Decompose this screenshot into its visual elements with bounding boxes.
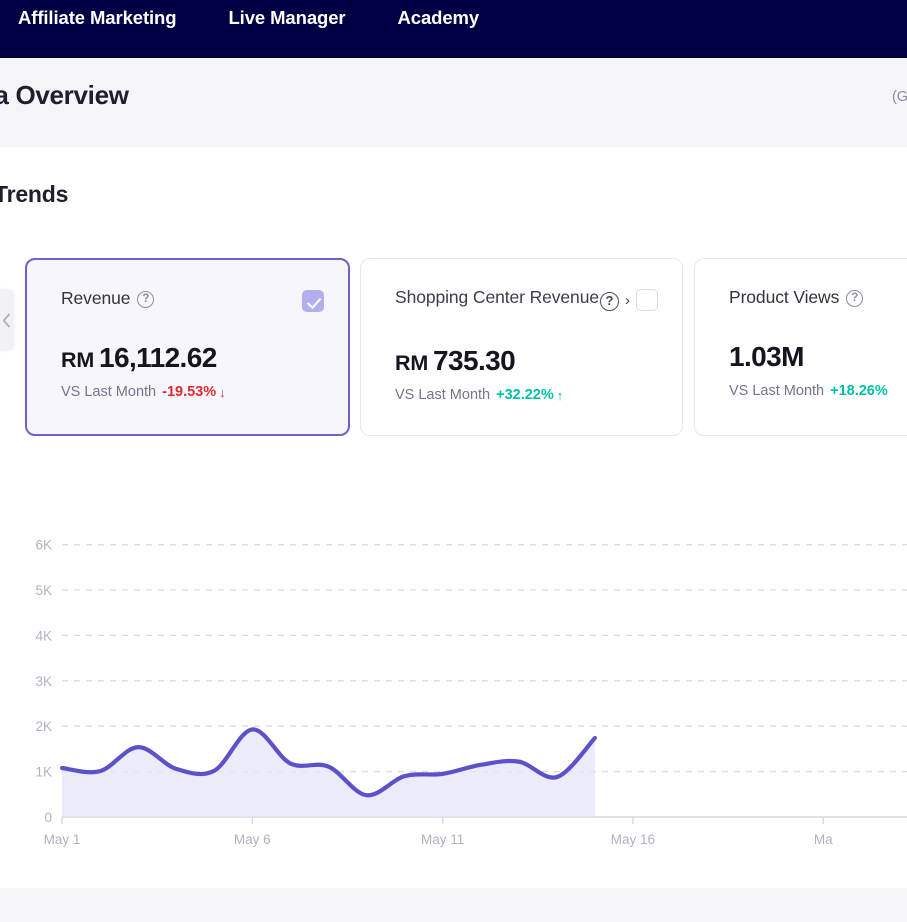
metric-select-checkbox[interactable] [302,290,324,312]
metric-label-group: Product Views ? [729,287,864,308]
metric-card-value: 1.03M [729,341,907,373]
metric-label-group: Shopping Center Revenue [395,287,599,308]
metric-value-number: 16,112.62 [99,342,217,373]
metric-card-revenue[interactable]: Revenue ? RM 16,112.62 VS Last Month -19… [25,258,350,436]
y-axis-tick-label: 4K [35,628,52,643]
chart-area-fill [62,729,595,817]
comparison-label: VS Last Month [395,387,491,403]
metric-card-product-views[interactable]: Product Views ? 1.03M VS Last Month +18.… [694,258,907,436]
carousel-prev-button[interactable] [0,289,14,351]
metric-delta: +32.22% ↑ [496,387,563,403]
y-axis-tick-label: 1K [35,765,52,780]
chevron-left-icon [2,313,11,328]
arrow-up-icon: ↑ [556,387,564,403]
delta-value: +32.22% [496,387,554,403]
page-title: ta Overview [0,80,129,110]
metric-value-number: 735.30 [433,345,516,376]
arrow-down-icon: ↓ [219,384,226,400]
metric-card-label: Product Views [729,287,840,307]
metric-comparison: VS Last Month -19.53% ↓ [61,384,324,400]
trends-line-chart: 0 1K 2K 3K 4K 5K 6K May 1 May 6 May 11 May 16 Ma [0,512,907,872]
delta-value: -19.53% [162,384,217,400]
nav-item-academy[interactable]: Academy [372,0,506,36]
delta-value: +18.26% [830,383,888,399]
x-axis-tick-label: May 1 [44,832,81,847]
page-header-band: ta Overview (GMT [0,58,907,147]
y-axis-tick-label: 5K [35,583,52,598]
currency-symbol: RM [61,348,95,372]
comparison-label: VS Last Month [729,383,825,399]
currency-symbol: RM [395,351,429,375]
metric-card-header: Revenue ? [61,288,324,340]
metric-card-header: Product Views ? [729,287,907,339]
question-mark-icon[interactable]: ? [600,292,619,311]
y-axis-tick-label: 2K [35,719,52,734]
nav-item-list: Affiliate Marketing Live Manager Academy [0,0,505,36]
metric-card-value: RM 16,112.62 [61,342,324,374]
y-axis-tick-label: 0 [44,810,52,825]
metric-comparison: VS Last Month +18.26% [729,383,907,399]
metric-card-shopping-center-revenue[interactable]: Shopping Center Revenue ? › RM 735.30 VS… [360,258,683,436]
metric-delta: +18.26% [830,383,888,399]
footer-band [0,888,907,922]
metric-card-controls [302,290,324,312]
section-title-trends: Trends [0,181,69,207]
main-content: Trends Revenue ? RM 16,112.62 VS Last Mo… [0,147,907,888]
nav-item-live-manager[interactable]: Live Manager [202,0,371,36]
metric-card-carousel: Revenue ? RM 16,112.62 VS Last Month -19… [0,258,907,438]
metric-card-value: RM 735.30 [395,345,658,377]
y-axis-tick-label: 3K [35,674,52,689]
x-axis-tick-label: May 6 [234,832,271,847]
metric-card-controls: ? › [600,289,658,311]
y-axis-tick-label: 6K [35,538,52,553]
comparison-label: VS Last Month [61,384,157,400]
metric-select-checkbox[interactable] [636,289,658,311]
metric-card-label: Revenue [61,288,131,308]
chart-canvas: 0 1K 2K 3K 4K 5K 6K May 1 May 6 May 11 May 16 Ma [35,538,907,847]
metric-card-header: Shopping Center Revenue ? › [395,287,658,339]
question-mark-icon[interactable]: ? [846,290,864,307]
chevron-right-icon[interactable]: › [625,293,630,308]
top-navigation-bar: Affiliate Marketing Live Manager Academy [0,0,907,58]
x-axis-tick-label: May 16 [611,832,655,847]
question-mark-icon[interactable]: ? [137,291,155,308]
metric-comparison: VS Last Month +32.22% ↑ [395,387,658,403]
metric-delta: -19.53% ↓ [162,384,226,400]
timezone-label: (GMT [891,89,907,105]
metric-label-group: Revenue ? [61,288,155,309]
metric-value-number: 1.03M [729,341,804,372]
x-axis-tick-label: May 11 [421,832,464,847]
nav-item-affiliate-marketing[interactable]: Affiliate Marketing [0,0,202,36]
metric-card-label: Shopping Center Revenue [395,287,599,307]
x-axis-tick-label: Ma [814,832,833,847]
